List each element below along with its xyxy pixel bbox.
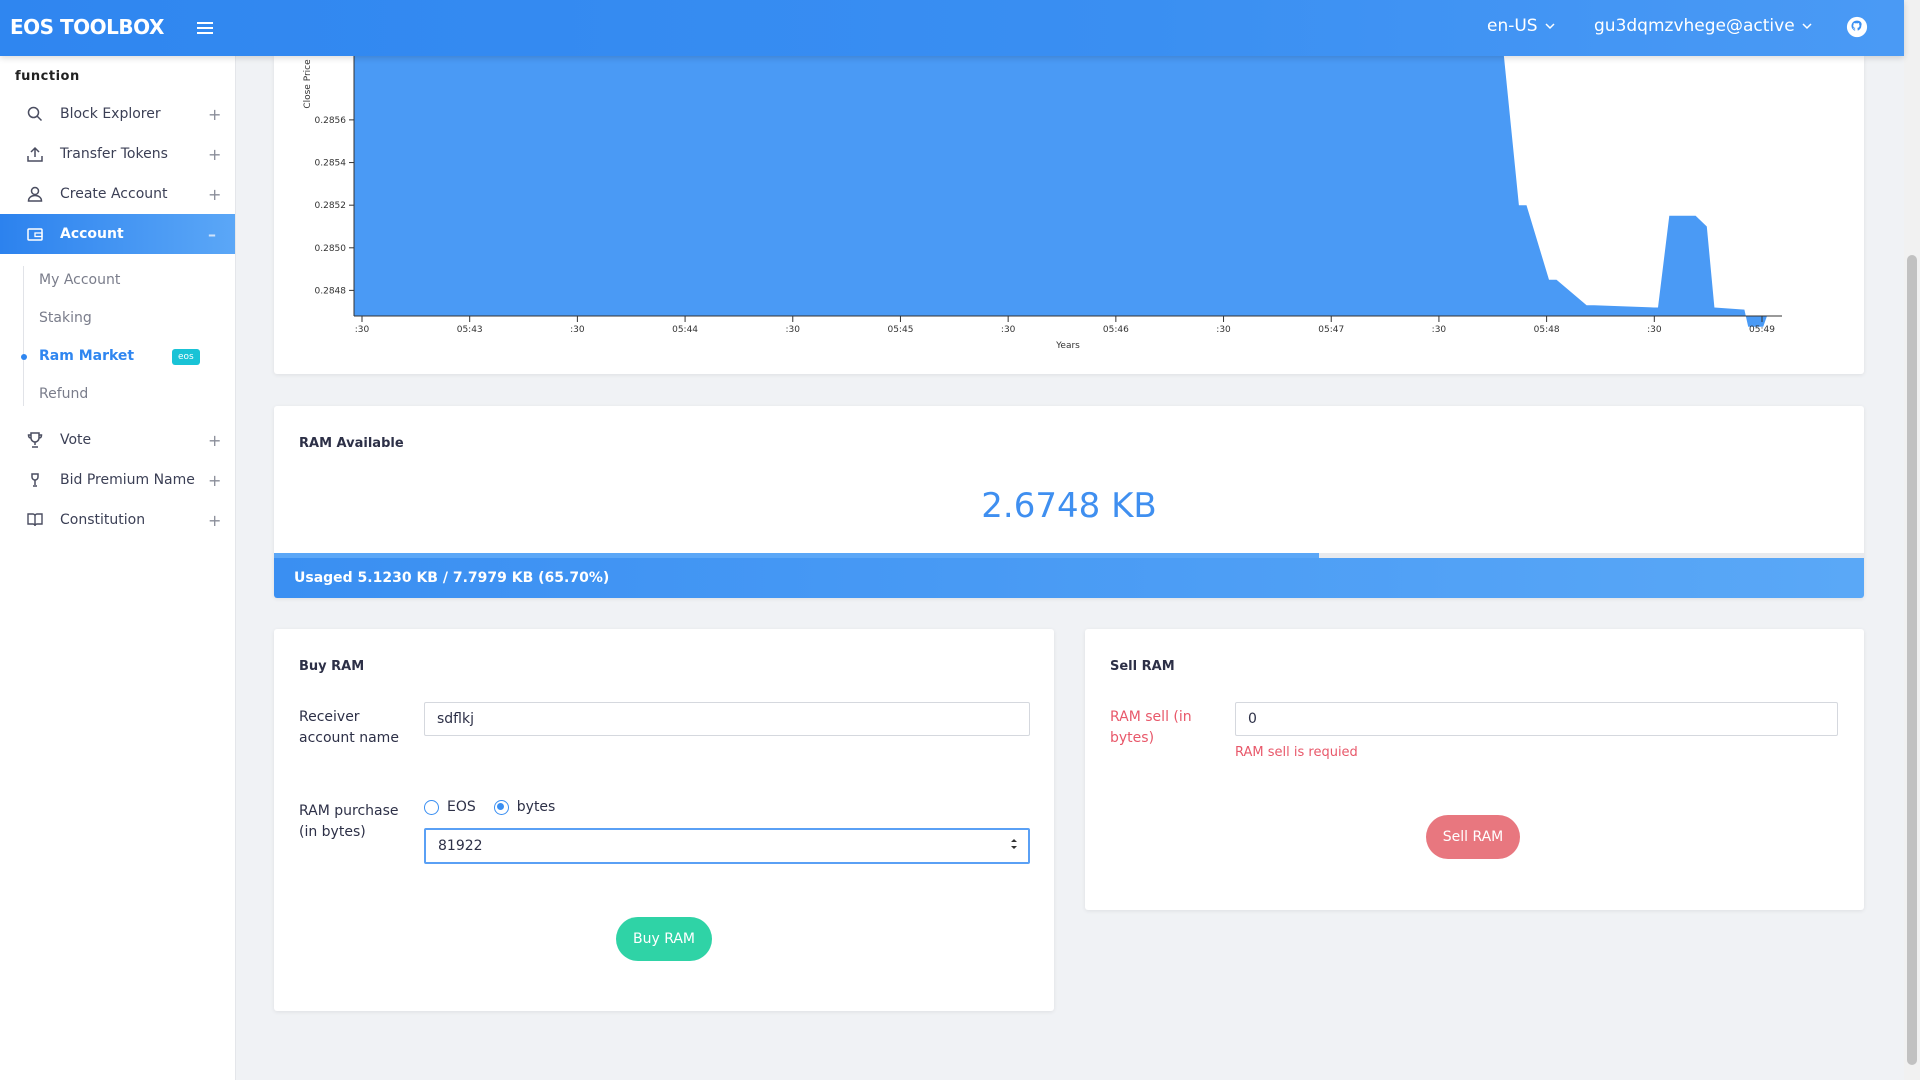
unit-radio-group: EOS bytes bbox=[424, 799, 555, 815]
page-scrollbar[interactable] bbox=[1904, 0, 1920, 1080]
unit-radio-eos[interactable]: EOS bbox=[424, 799, 476, 815]
x-tick-label: 05:47 bbox=[1318, 325, 1344, 335]
collapse-icon: – bbox=[208, 224, 216, 244]
sidebar-item-label: Create Account bbox=[60, 186, 168, 202]
y-tick-label: 0.2854 bbox=[315, 159, 347, 169]
x-tick-label: 05:48 bbox=[1534, 325, 1560, 335]
ram-sell-error: RAM sell is requied bbox=[1235, 745, 1358, 760]
x-tick-label: :30 bbox=[570, 325, 585, 335]
sidebar-item-bid-premium-name[interactable]: Bid Premium Name + bbox=[0, 460, 235, 500]
ram-available-card: RAM Available 2.6748 KB Usaged 5.1230 KB… bbox=[274, 406, 1864, 598]
x-tick-label: 05:49 bbox=[1749, 325, 1775, 335]
x-tick-label: :30 bbox=[786, 325, 801, 335]
sidebar-item-label: Transfer Tokens bbox=[60, 146, 168, 162]
active-indicator-dot bbox=[21, 354, 27, 360]
github-icon[interactable] bbox=[1846, 16, 1868, 38]
expand-icon: + bbox=[208, 510, 222, 530]
x-tick-label: :30 bbox=[1647, 325, 1662, 335]
y-tick-label: 0.2856 bbox=[315, 116, 347, 126]
sidebar-item-constitution[interactable]: Constitution + bbox=[0, 500, 235, 540]
x-tick-label: :30 bbox=[1001, 325, 1016, 335]
price-chart-card: 0.2856 0.2854 0.2852 0.2850 0.2848 :30 05:43 :3… bbox=[274, 56, 1864, 374]
sidebar: function Block Explorer + Transfer Token… bbox=[0, 56, 236, 1080]
ram-available-title: RAM Available bbox=[299, 436, 404, 451]
ram-available-value: 2.6748 KB bbox=[981, 486, 1157, 526]
search-icon bbox=[27, 106, 43, 122]
expand-icon: + bbox=[208, 430, 222, 450]
x-tick-label: :30 bbox=[1216, 325, 1231, 335]
unit-radio-bytes[interactable]: bytes bbox=[493, 799, 556, 815]
unit-eos-label: EOS bbox=[447, 799, 476, 815]
sidebar-item-account[interactable]: Account – bbox=[0, 214, 235, 254]
buy-ram-title: Buy RAM bbox=[299, 659, 365, 674]
expand-icon: + bbox=[208, 144, 222, 164]
radio-circle-icon bbox=[424, 799, 439, 815]
expand-icon: + bbox=[208, 104, 222, 124]
y-tick-label: 0.2852 bbox=[315, 201, 347, 211]
chevron-down-icon bbox=[1545, 23, 1555, 30]
trophy-icon bbox=[27, 432, 43, 448]
price-area bbox=[354, 56, 1782, 327]
unit-bytes-label: bytes bbox=[516, 799, 556, 815]
submenu-line bbox=[23, 266, 24, 406]
y-tick-label: 0.2850 bbox=[315, 244, 347, 254]
upload-icon bbox=[27, 146, 43, 162]
x-tick-label: 05:44 bbox=[672, 325, 698, 335]
sidebar-subitem-ram-market[interactable]: Ram Market bbox=[39, 348, 134, 364]
receiver-account-input[interactable] bbox=[424, 702, 1030, 736]
gavel-icon bbox=[31, 473, 39, 487]
book-icon bbox=[27, 513, 43, 527]
wallet-icon bbox=[27, 228, 43, 241]
sidebar-subitem-staking[interactable]: Staking bbox=[39, 310, 92, 326]
sell-ram-title: Sell RAM bbox=[1110, 659, 1175, 674]
y-axis-label: Close Price bbox=[303, 59, 313, 109]
ram-purchase-wrapper bbox=[424, 828, 1030, 864]
language-value: en-US bbox=[1487, 16, 1538, 36]
sidebar-item-label: Account bbox=[60, 226, 124, 242]
sidebar-item-label: Vote bbox=[60, 432, 92, 448]
buy-ram-button[interactable]: Buy RAM bbox=[616, 917, 712, 961]
sidebar-item-vote[interactable]: Vote + bbox=[0, 420, 235, 460]
number-stepper-icon[interactable] bbox=[1010, 837, 1018, 851]
sidebar-subitem-refund[interactable]: Refund bbox=[39, 386, 88, 402]
language-dropdown[interactable]: en-US bbox=[1487, 16, 1556, 36]
sell-ram-card: Sell RAM RAM sell (in bytes) RAM sell is… bbox=[1085, 629, 1864, 910]
close-price-chart: 0.2856 0.2854 0.2852 0.2850 0.2848 :30 05:43 :3… bbox=[303, 56, 1782, 351]
sidebar-item-block-explorer[interactable]: Block Explorer + bbox=[0, 94, 235, 134]
account-name: gu3dqmzvhege@active bbox=[1594, 16, 1795, 36]
y-tick-label: 0.2848 bbox=[315, 286, 347, 296]
expand-icon: + bbox=[208, 184, 222, 204]
x-tick-label: 05:45 bbox=[887, 325, 913, 335]
menu-toggle-icon[interactable] bbox=[197, 21, 213, 35]
radio-checked-icon bbox=[493, 799, 509, 815]
chevron-down-icon bbox=[1802, 23, 1812, 30]
scrollbar-thumb[interactable] bbox=[1907, 255, 1917, 1065]
ram-usage-bar: Usaged 5.1230 KB / 7.7979 KB (65.70%) bbox=[274, 558, 1864, 598]
user-icon bbox=[27, 186, 43, 202]
buy-ram-card: Buy RAM Receiver account name EOS bytes … bbox=[274, 629, 1054, 1011]
x-axis-label: Years bbox=[1055, 341, 1080, 351]
account-dropdown[interactable]: gu3dqmzvhege@active bbox=[1594, 16, 1813, 36]
sidebar-subitem-my-account[interactable]: My Account bbox=[39, 272, 120, 288]
x-tick-label: :30 bbox=[1432, 325, 1447, 335]
brand-logo[interactable]: EOS TOOLBOX bbox=[10, 15, 164, 39]
sell-ram-button[interactable]: Sell RAM bbox=[1426, 815, 1520, 859]
ram-sell-input[interactable] bbox=[1235, 702, 1838, 736]
eos-badge: eos bbox=[172, 349, 200, 365]
top-navbar: EOS TOOLBOX en-US gu3dqmzvhege@active bbox=[0, 0, 1904, 56]
x-tick-label: :30 bbox=[355, 325, 370, 335]
sidebar-section-title: function bbox=[15, 69, 80, 84]
expand-icon: + bbox=[208, 470, 222, 490]
sidebar-item-transfer-tokens[interactable]: Transfer Tokens + bbox=[0, 134, 235, 174]
ram-purchase-label: RAM purchase (in bytes) bbox=[299, 803, 399, 840]
sidebar-item-label: Bid Premium Name bbox=[60, 472, 195, 488]
x-tick-label: 05:43 bbox=[457, 325, 483, 335]
sidebar-item-create-account[interactable]: Create Account + bbox=[0, 174, 235, 214]
ram-sell-label: RAM sell (in bytes) bbox=[1110, 709, 1192, 746]
ram-purchase-input[interactable] bbox=[424, 828, 1030, 864]
x-tick-label: 05:46 bbox=[1103, 325, 1129, 335]
sidebar-item-label: Constitution bbox=[60, 512, 146, 528]
sidebar-item-label: Block Explorer bbox=[60, 106, 161, 122]
receiver-label: Receiver account name bbox=[299, 709, 399, 746]
